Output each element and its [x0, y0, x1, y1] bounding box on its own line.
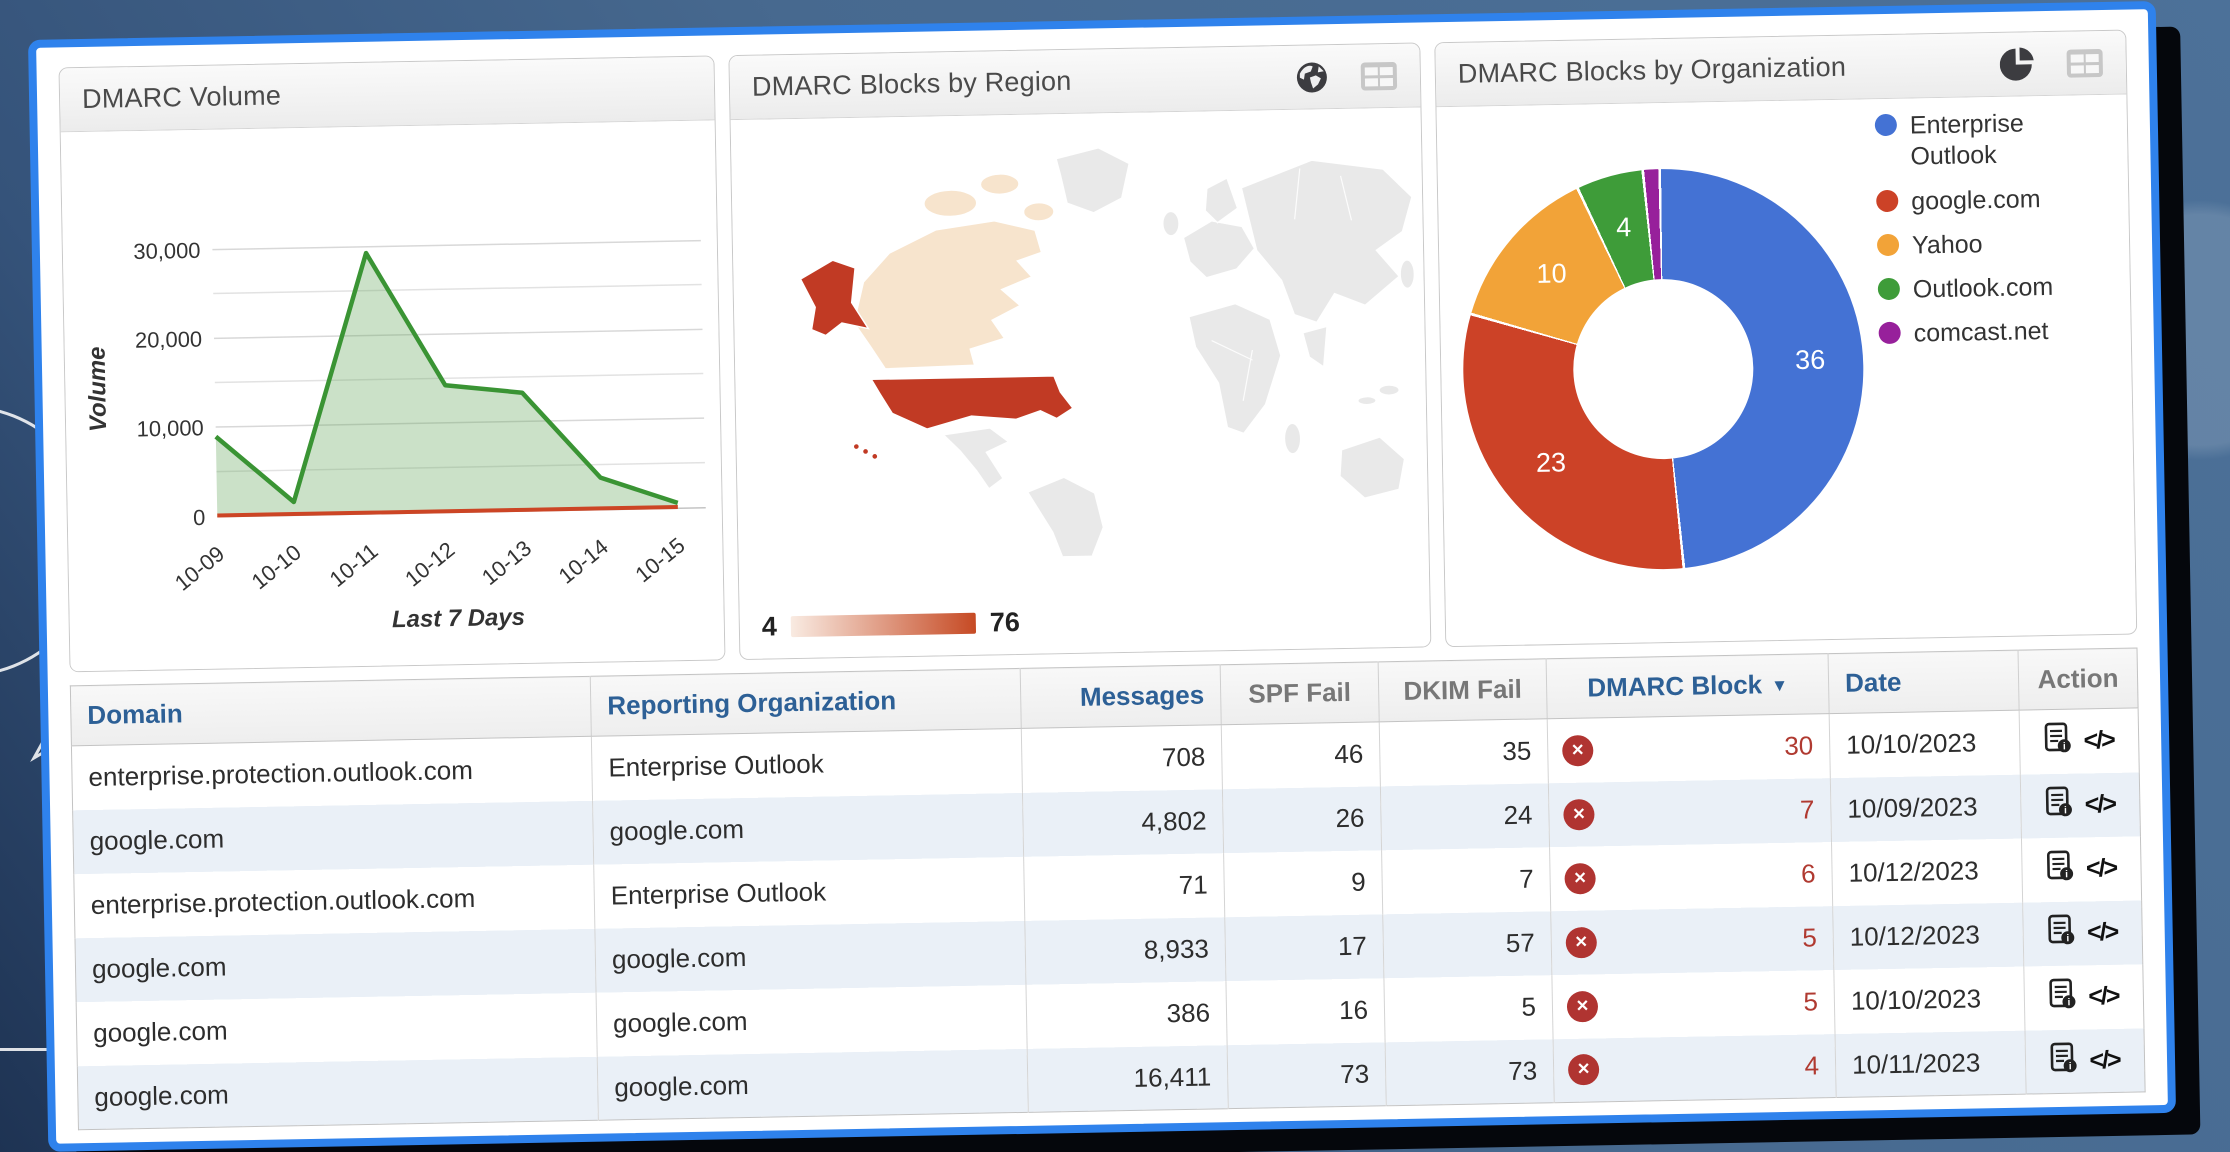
svg-text:i: i — [2063, 742, 2066, 753]
legend-swatch — [1877, 233, 1899, 255]
legend-swatch — [1876, 189, 1898, 211]
legend-item: Yahoo — [1877, 227, 2103, 262]
pie-chart-icon[interactable] — [1999, 46, 2036, 83]
donut-legend: Enterprise Outlook google.com Yahoo Outl… — [1875, 107, 2105, 364]
slice-value: 36 — [1795, 345, 1826, 377]
col-domain[interactable]: Domain — [70, 676, 591, 746]
svg-text:i: i — [2069, 1061, 2072, 1072]
svg-text:i: i — [2067, 933, 2070, 944]
panel-dmarc-volume: DMARC Volume — [59, 55, 726, 672]
svg-text:30,000: 30,000 — [133, 238, 201, 264]
panel-header: DMARC Volume — [60, 56, 715, 132]
xml-code-icon[interactable]: </> — [2088, 982, 2119, 1012]
xml-code-icon[interactable]: </> — [2083, 726, 2114, 756]
svg-text:10-09: 10-09 — [170, 541, 229, 596]
svg-text:i: i — [2066, 869, 2069, 880]
xml-code-icon[interactable]: </> — [2087, 918, 2118, 948]
y-axis-ticks: 0 10,000 20,000 30,000 — [133, 238, 205, 531]
y-axis-label: Volume — [84, 346, 113, 432]
table-icon[interactable] — [1360, 60, 1399, 91]
col-dkim-fail[interactable]: DKIM Fail — [1378, 659, 1547, 722]
col-dmarc-block[interactable]: DMARC Block▼ — [1546, 654, 1829, 719]
report-details-icon[interactable]: i — [2044, 722, 2072, 761]
svg-text:10-15: 10-15 — [630, 533, 689, 588]
col-messages[interactable]: Messages — [1020, 665, 1221, 729]
legend-item: google.com — [1876, 183, 2102, 218]
svg-text:10-13: 10-13 — [477, 535, 536, 590]
map-color-legend: 4 76 — [762, 607, 1021, 643]
legend-gradient-bar — [791, 613, 976, 637]
map-alaska — [800, 260, 868, 336]
legend-min: 4 — [762, 611, 778, 642]
svg-text:10-14: 10-14 — [554, 534, 613, 589]
dmarc-dashboard: DMARC Volume — [28, 1, 2176, 1152]
region-map: 4 76 — [731, 107, 1431, 659]
map-united-states — [871, 376, 1073, 430]
volume-chart: 0 10,000 20,000 30,000 10-09 10-10 10-11… — [61, 120, 725, 671]
col-reporting-organization[interactable]: Reporting Organization — [590, 668, 1021, 736]
sort-desc-icon: ▼ — [1771, 676, 1788, 695]
map-australia — [1339, 437, 1405, 499]
svg-text:20,000: 20,000 — [135, 327, 203, 353]
svg-text:10-11: 10-11 — [325, 538, 383, 592]
col-action: Action — [2018, 648, 2138, 710]
map-canada — [852, 220, 1043, 370]
panel-blocks-by-organization: DMARC Blocks by Organization — [1434, 30, 2137, 648]
org-donut-chart: 36 23 10 4 Enterprise Outlook google.com… — [1436, 95, 2136, 647]
panel-title: DMARC Blocks by Region — [752, 66, 1072, 103]
legend-item: Enterprise Outlook — [1875, 107, 2101, 174]
xml-code-icon[interactable]: </> — [2085, 790, 2116, 820]
col-spf-fail[interactable]: SPF Fail — [1220, 662, 1379, 725]
report-details-icon[interactable]: i — [2049, 978, 2077, 1017]
map-asia — [1241, 158, 1414, 323]
panel-title: DMARC Blocks by Organization — [1458, 52, 1847, 90]
map-europe — [1183, 220, 1255, 278]
legend-swatch — [1878, 322, 1900, 344]
svg-text:10-10: 10-10 — [247, 540, 306, 595]
report-details-icon[interactable]: i — [2045, 786, 2073, 825]
legend-item: comcast.net — [1878, 315, 2104, 350]
map-greenland — [1056, 147, 1130, 213]
report-details-icon[interactable]: i — [2048, 914, 2076, 953]
legend-swatch — [1875, 114, 1897, 136]
svg-text:10-12: 10-12 — [400, 537, 459, 592]
map-south-america — [1027, 477, 1104, 563]
map-africa — [1189, 303, 1283, 435]
panel-blocks-by-region: DMARC Blocks by Region — [728, 42, 1431, 660]
slide-background: DMARC Volume — [0, 0, 2230, 1152]
legend-swatch — [1878, 278, 1900, 300]
x-axis-label: Last 7 Days — [392, 604, 525, 633]
x-axis-ticks: 10-09 10-10 10-11 10-12 10-13 10-14 10-1… — [169, 532, 690, 596]
slice-value: 10 — [1536, 258, 1567, 290]
xml-code-icon[interactable]: </> — [2089, 1046, 2120, 1076]
report-details-icon[interactable]: i — [2047, 850, 2075, 889]
world-map — [798, 142, 1420, 562]
svg-text:i: i — [2068, 997, 2071, 1008]
table-icon[interactable] — [2065, 47, 2104, 78]
map-mexico — [943, 428, 1009, 490]
report-details-icon[interactable]: i — [2050, 1041, 2078, 1080]
slice-value: 4 — [1616, 212, 1632, 243]
col-date[interactable]: Date — [1828, 650, 2019, 713]
svg-text:0: 0 — [193, 505, 206, 530]
globe-icon[interactable] — [1294, 59, 1331, 96]
panel-title: DMARC Volume — [82, 80, 282, 115]
legend-item: Outlook.com — [1878, 271, 2104, 306]
legend-max: 76 — [990, 607, 1021, 639]
slice-value: 23 — [1536, 447, 1567, 479]
svg-text:i: i — [2064, 805, 2067, 816]
dmarc-report-table: Domain Reporting Organization Messages S… — [70, 647, 2146, 1130]
xml-code-icon[interactable]: </> — [2086, 854, 2117, 884]
svg-text:10,000: 10,000 — [136, 415, 204, 441]
